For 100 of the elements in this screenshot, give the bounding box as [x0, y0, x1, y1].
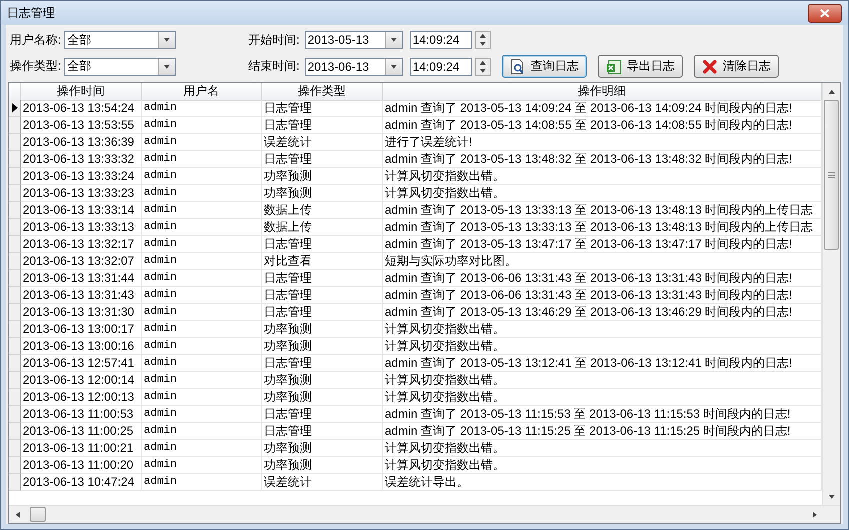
- table-cell: 计算风切变指数出错。: [383, 185, 822, 202]
- table-cell: 误差统计导出。: [383, 474, 822, 491]
- table-cell: 2013-06-13 12:00:14: [21, 372, 142, 389]
- table-cell: 2013-06-13 13:31:30: [21, 304, 142, 321]
- scroll-up-icon[interactable]: [828, 88, 836, 96]
- table-cell: admin 查询了 2013-06-06 13:31:43 至 2013-06-13 13:31:43 时间段内的日志!: [383, 287, 822, 304]
- column-header[interactable]: 操作时间: [21, 83, 142, 101]
- table-cell: admin 查询了 2013-05-13 11:15:53 至 2013-06-13 11:15:53 时间段内的日志!: [383, 406, 822, 423]
- table-cell: admin 查询了 2013-05-13 13:33:13 至 2013-06-13 13:48:13 时间段内的上传日志: [383, 202, 822, 219]
- dropdown-field[interactable]: 全部: [64, 31, 176, 49]
- scroll-left-icon[interactable]: [14, 510, 22, 518]
- dropdown-arrow-icon[interactable]: [163, 62, 172, 70]
- up-arrow-icon[interactable]: [478, 32, 487, 40]
- table-cell: admin: [142, 270, 262, 287]
- table-cell: admin: [142, 219, 262, 236]
- dropdown-field[interactable]: 全部: [64, 58, 176, 76]
- table-cell: 进行了误差统计!: [383, 134, 822, 151]
- search-document-icon: [510, 58, 526, 74]
- close-button[interactable]: [808, 4, 842, 22]
- table-cell: 功率预测: [262, 185, 383, 202]
- dropdown-arrow-icon[interactable]: [163, 36, 172, 44]
- table-cell: admin: [142, 474, 262, 491]
- table-cell: 日志管理: [262, 423, 383, 440]
- field-label: 操作类型:: [10, 58, 62, 75]
- table-cell: admin: [142, 236, 262, 253]
- vertical-scrollbar[interactable]: [822, 83, 840, 505]
- table-cell: 2013-06-13 11:00:53: [21, 406, 142, 423]
- table-cell: 功率预测: [262, 168, 383, 185]
- table-cell: 数据上传: [262, 202, 383, 219]
- horizontal-scrollbar[interactable]: [9, 505, 840, 523]
- table-cell: 计算风切变指数出错。: [383, 372, 822, 389]
- table-cell: 功率预测: [262, 457, 383, 474]
- spin-buttons[interactable]: [474, 58, 491, 76]
- table-cell: 2013-06-13 13:36:39: [21, 134, 142, 151]
- table-cell: 日志管理: [262, 151, 383, 168]
- table-cell: admin 查询了 2013-05-13 14:09:24 至 2013-06-13 14:09:24 时间段内的日志!: [383, 100, 822, 117]
- scroll-down-icon[interactable]: [828, 492, 836, 500]
- dropdown-arrow-icon[interactable]: [390, 36, 398, 44]
- time-field[interactable]: 14:09:24: [410, 31, 472, 49]
- table-cell: admin 查询了 2013-05-13 13:46:29 至 2013-06-13 13:46:29 时间段内的日志!: [383, 304, 822, 321]
- column-header[interactable]: 操作明细: [383, 83, 822, 101]
- table-cell: admin: [142, 355, 262, 372]
- table-cell: admin: [142, 287, 262, 304]
- table-cell: 日志管理: [262, 355, 383, 372]
- table-cell: 2013-06-13 12:57:41: [21, 355, 142, 372]
- down-arrow-icon[interactable]: [478, 40, 487, 48]
- table-cell: admin: [142, 151, 262, 168]
- table-cell: 日志管理: [262, 117, 383, 134]
- table-cell: 日志管理: [262, 406, 383, 423]
- spin-buttons[interactable]: [474, 31, 491, 49]
- query-button[interactable]: 查询日志: [502, 55, 587, 78]
- scroll-right-icon[interactable]: [810, 510, 818, 518]
- table-cell: 计算风切变指数出错。: [383, 321, 822, 338]
- table-cell: admin 查询了 2013-05-13 13:33:13 至 2013-06-13 13:48:13 时间段内的上传日志: [383, 219, 822, 236]
- table-cell: admin: [142, 202, 262, 219]
- table-cell: admin: [142, 185, 262, 202]
- table-cell: 计算风切变指数出错。: [383, 457, 822, 474]
- table-cell: admin 查询了 2013-05-13 14:08:55 至 2013-06-13 14:08:55 时间段内的日志!: [383, 117, 822, 134]
- date-picker[interactable]: 2013-05-13: [304, 31, 403, 49]
- field-label: 结束时间:: [248, 58, 300, 75]
- table-cell: 2013-06-13 10:47:24: [21, 474, 142, 491]
- window-title: 日志管理: [7, 4, 55, 22]
- table-cell: 日志管理: [262, 304, 383, 321]
- table-cell: 2013-06-13 13:33:32: [21, 151, 142, 168]
- table-cell: admin: [142, 338, 262, 355]
- table-cell: 计算风切变指数出错。: [383, 338, 822, 355]
- grip-icon: [828, 172, 835, 178]
- table-cell: 2013-06-13 11:00:21: [21, 440, 142, 457]
- close-icon: [702, 58, 718, 74]
- table-cell: admin 查询了 2013-05-13 13:48:32 至 2013-06-13 13:48:32 时间段内的日志!: [383, 151, 822, 168]
- scrollbar-thumb[interactable]: [824, 100, 839, 250]
- clear-button[interactable]: 清除日志: [694, 55, 779, 78]
- table-cell: 功率预测: [262, 440, 383, 457]
- time-field[interactable]: 14:09:24: [410, 58, 472, 76]
- table-cell: admin: [142, 134, 262, 151]
- table-cell: admin: [142, 440, 262, 457]
- table-cell: admin: [142, 406, 262, 423]
- table-cell: admin 查询了 2013-05-13 11:15:25 至 2013-06-13 11:15:25 时间段内的日志!: [383, 423, 822, 440]
- down-arrow-icon[interactable]: [478, 66, 487, 74]
- table-cell: admin: [142, 457, 262, 474]
- up-arrow-icon[interactable]: [478, 58, 487, 66]
- table-cell: 功率预测: [262, 321, 383, 338]
- table-cell: 2013-06-13 13:32:07: [21, 253, 142, 270]
- dropdown-arrow-icon[interactable]: [390, 62, 398, 70]
- table-cell: 功率预测: [262, 372, 383, 389]
- table-cell: 2013-06-13 13:33:24: [21, 168, 142, 185]
- table-cell: 对比查看: [262, 253, 383, 270]
- table-cell: admin: [142, 304, 262, 321]
- table-cell: 2013-06-13 13:53:55: [21, 117, 142, 134]
- scrollbar-thumb[interactable]: [30, 507, 46, 522]
- table-cell: 2013-06-13 12:00:13: [21, 389, 142, 406]
- table-cell: admin: [142, 321, 262, 338]
- table-cell: admin: [142, 389, 262, 406]
- table-cell: 计算风切变指数出错。: [383, 440, 822, 457]
- date-picker[interactable]: 2013-06-13: [304, 58, 403, 76]
- column-header[interactable]: 操作类型: [262, 83, 383, 101]
- column-header[interactable]: 用户名: [142, 83, 262, 101]
- table-cell: 2013-06-13 11:00:25: [21, 423, 142, 440]
- export-button[interactable]: 导出日志: [598, 55, 683, 78]
- table-cell: admin 查询了 2013-05-13 13:12:41 至 2013-06-13 13:12:41 时间段内的日志!: [383, 355, 822, 372]
